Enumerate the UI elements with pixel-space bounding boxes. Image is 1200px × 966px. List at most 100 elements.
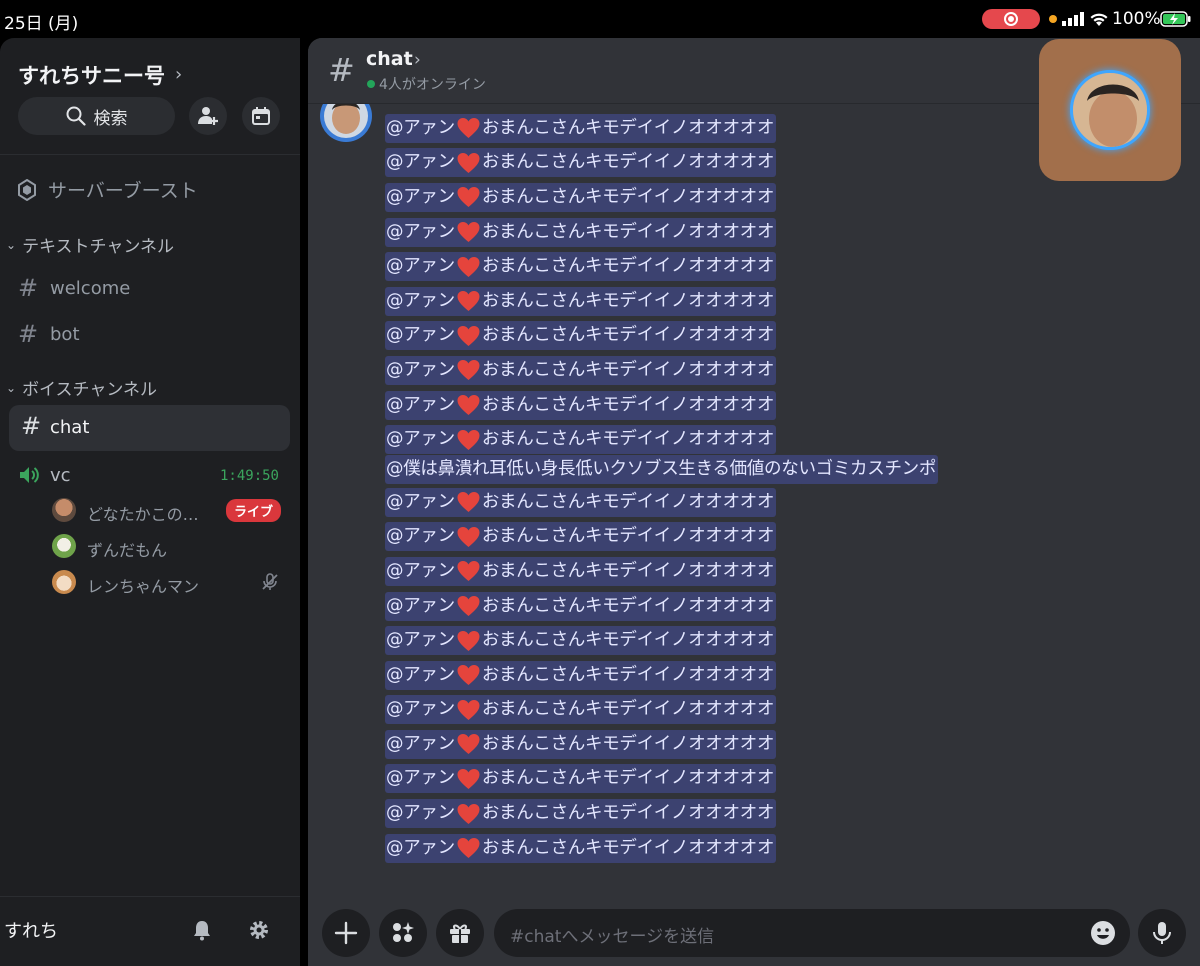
- avatar: [52, 534, 76, 558]
- voice-user[interactable]: レンちゃんマン: [52, 570, 282, 598]
- username[interactable]: すれち: [4, 917, 58, 943]
- mention-text[interactable]: @アァン おまんこさんキモデイイノオオオオオ: [385, 321, 777, 351]
- mention-text[interactable]: @アァン おまんこさんキモデイイノオオオオオ: [385, 729, 777, 759]
- channel-chat[interactable]: # chat: [9, 405, 290, 451]
- screen-record-indicator[interactable]: [982, 9, 1040, 29]
- category-text-channels[interactable]: ⌄ テキストチャンネル: [6, 232, 174, 257]
- category-label: テキストチャンネル: [22, 237, 175, 257]
- server-boost-item[interactable]: サーバーブースト: [18, 176, 198, 203]
- mention-text[interactable]: @アァン おまんこさんキモデイイノオオオオオ: [385, 355, 777, 385]
- channel-bot[interactable]: # bot: [18, 320, 80, 348]
- message-line: @アァン おまんこさんキモデイイノオオオオオ: [385, 215, 1185, 250]
- mention-text[interactable]: @アァン おまんこさんキモデイイノオオオオオ: [385, 695, 777, 725]
- message-line: @アァン おまんこさんキモデイイノオオオオオ: [385, 727, 1185, 762]
- mention-text[interactable]: @アァン おまんこさんキモデイイノオオオオオ: [385, 148, 777, 178]
- mention-prefix: @アァン: [386, 803, 455, 824]
- message-line: @アァン おまんこさんキモデイイノオオオオオ: [385, 388, 1185, 423]
- channel-title: chat: [366, 48, 413, 70]
- voice-user-name: ずんだもん: [87, 541, 168, 560]
- chevron-right-icon[interactable]: ›: [175, 64, 182, 85]
- mention-text[interactable]: @アァン おまんこさんキモデイイノオオオオオ: [385, 113, 777, 143]
- mention-prefix: @アァン: [386, 256, 455, 277]
- mention-text[interactable]: @アァン おまんこさんキモデイイノオオオオオ: [385, 217, 777, 247]
- message-text: おまんこさんキモデイイノオオオオオ: [481, 359, 775, 380]
- message-input[interactable]: #chatへメッセージを送信: [494, 909, 1130, 957]
- search-button[interactable]: 検索: [18, 97, 175, 135]
- mention-text[interactable]: @アァン おまんこさんキモデイイノオオオオオ: [385, 522, 777, 552]
- mention-prefix: @アァン: [386, 359, 455, 380]
- voice-user[interactable]: どなたかこの… ライブ: [52, 498, 282, 526]
- cellular-signal-icon: [1062, 12, 1084, 26]
- mention-text[interactable]: @アァン おまんこさんキモデイイノオオオオオ: [385, 487, 777, 517]
- message-text: おまんこさんキモデイイノオオオオオ: [481, 325, 775, 346]
- events-button[interactable]: [242, 97, 280, 135]
- voice-user-name: レンちゃんマン: [87, 577, 200, 596]
- message-list: @アァン おまんこさんキモデイイノオオオオオ @アァン おまんこさんキモデイイノオオオ…: [385, 111, 1185, 865]
- pip-video-overlay[interactable]: [1039, 39, 1181, 181]
- voice-channel-vc[interactable]: vc 1:49:50: [18, 464, 282, 488]
- heart-emoji: [456, 595, 481, 617]
- heart-emoji: [456, 221, 481, 243]
- message-text: おまんこさんキモデイイノオオオオオ: [481, 117, 775, 138]
- heart-emoji: [456, 325, 481, 347]
- voice-message-button[interactable]: [1138, 909, 1186, 957]
- mention-prefix: @アァン: [386, 560, 455, 581]
- voice-timer: 1:49:50: [219, 468, 279, 484]
- attach-button[interactable]: [322, 909, 370, 957]
- apps-button[interactable]: [379, 909, 427, 957]
- category-label: ボイスチャンネル: [22, 380, 158, 400]
- mention-text[interactable]: @アァン おまんこさんキモデイイノオオオオオ: [385, 182, 777, 212]
- add-member-icon: [198, 107, 218, 125]
- pip-avatar: [1070, 70, 1150, 150]
- mention-text[interactable]: @アァン おまんこさんキモデイイノオオオオオ: [385, 390, 777, 420]
- heart-emoji: [456, 803, 481, 825]
- mention-prefix: @アァン: [386, 526, 455, 547]
- mention-text[interactable]: @アァン おまんこさんキモデイイノオオオオオ: [385, 556, 777, 586]
- channel-welcome[interactable]: # welcome: [18, 274, 130, 302]
- message-line: @アァン おまんこさんキモデイイノオオオオオ: [385, 693, 1185, 728]
- gear-icon[interactable]: [248, 919, 270, 941]
- message-text: おまんこさんキモデイイノオオオオオ: [481, 560, 775, 581]
- message-input-placeholder: #chatへメッセージを送信: [510, 927, 715, 947]
- bell-icon[interactable]: [191, 919, 213, 941]
- message-text: おまんこさんキモデイイノオオオオオ: [481, 491, 775, 512]
- heart-emoji: [456, 394, 481, 416]
- avatar: [52, 570, 76, 594]
- mention-text[interactable]: @アァン おまんこさんキモデイイノオオオオオ: [385, 286, 777, 316]
- mention-text[interactable]: @アァン おまんこさんキモデイイノオオオオオ: [385, 626, 777, 656]
- emoji-icon[interactable]: [1090, 920, 1116, 946]
- battery-charging-icon: [1160, 11, 1191, 27]
- apps-icon: [393, 922, 414, 942]
- plus-icon: [334, 921, 358, 945]
- mention-text[interactable]: @アァン おまんこさんキモデイイノオオオオオ: [385, 660, 777, 690]
- invite-members-button[interactable]: [189, 97, 227, 135]
- heart-emoji: [456, 768, 481, 790]
- voice-user[interactable]: ずんだもん: [52, 534, 282, 562]
- mention-text[interactable]: @アァン おまんこさんキモデイイノオオオオオ: [385, 252, 777, 282]
- mention-text[interactable]: @アァン おまんこさんキモデイイノオオオオオ: [385, 799, 777, 829]
- server-name[interactable]: すれちサニー号: [18, 60, 165, 90]
- mention-prefix: @アァン: [386, 699, 455, 720]
- category-voice-channels[interactable]: ⌄ ボイスチャンネル: [6, 375, 157, 400]
- mention-text[interactable]: @アァン おまんこさんキモデイイノオオオオオ: [385, 764, 777, 794]
- mention-prefix: @アァン: [386, 837, 455, 858]
- gift-icon: [450, 924, 470, 943]
- mention-text[interactable]: @僕は鼻潰れ耳低い身長低いクソブス生きる価値のないゴミカスチンポ: [385, 454, 939, 484]
- sidebar-divider: [0, 154, 300, 155]
- record-icon: [1004, 12, 1018, 26]
- heart-emoji: [456, 526, 481, 548]
- message-line: @アァン おまんこさんキモデイイノオオオオオ: [385, 249, 1185, 284]
- message-line: @アァン おまんこさんキモデイイノオオオオオ: [385, 284, 1185, 319]
- voice-channel-label: vc: [50, 465, 71, 486]
- message-text: おまんこさんキモデイイノオオオオオ: [481, 733, 775, 754]
- online-status-dot: [367, 80, 375, 88]
- mention-text[interactable]: @アァン おまんこさんキモデイイノオオオオオ: [385, 833, 777, 863]
- mention-prefix: @アァン: [386, 429, 455, 450]
- gift-button[interactable]: [436, 909, 484, 957]
- message-line: @アァン おまんこさんキモデイイノオオオオオ: [385, 831, 1185, 866]
- heart-emoji: [456, 290, 481, 312]
- hash-icon: #: [328, 51, 355, 89]
- mention-prefix: @僕は鼻潰れ耳低い身長低いクソブス生きる価値のないゴミカスチンポ: [386, 458, 937, 479]
- mention-text[interactable]: @アァン おまんこさんキモデイイノオオオオオ: [385, 591, 777, 621]
- mention-text[interactable]: @アァン おまんこさんキモデイイノオオオオオ: [385, 425, 777, 455]
